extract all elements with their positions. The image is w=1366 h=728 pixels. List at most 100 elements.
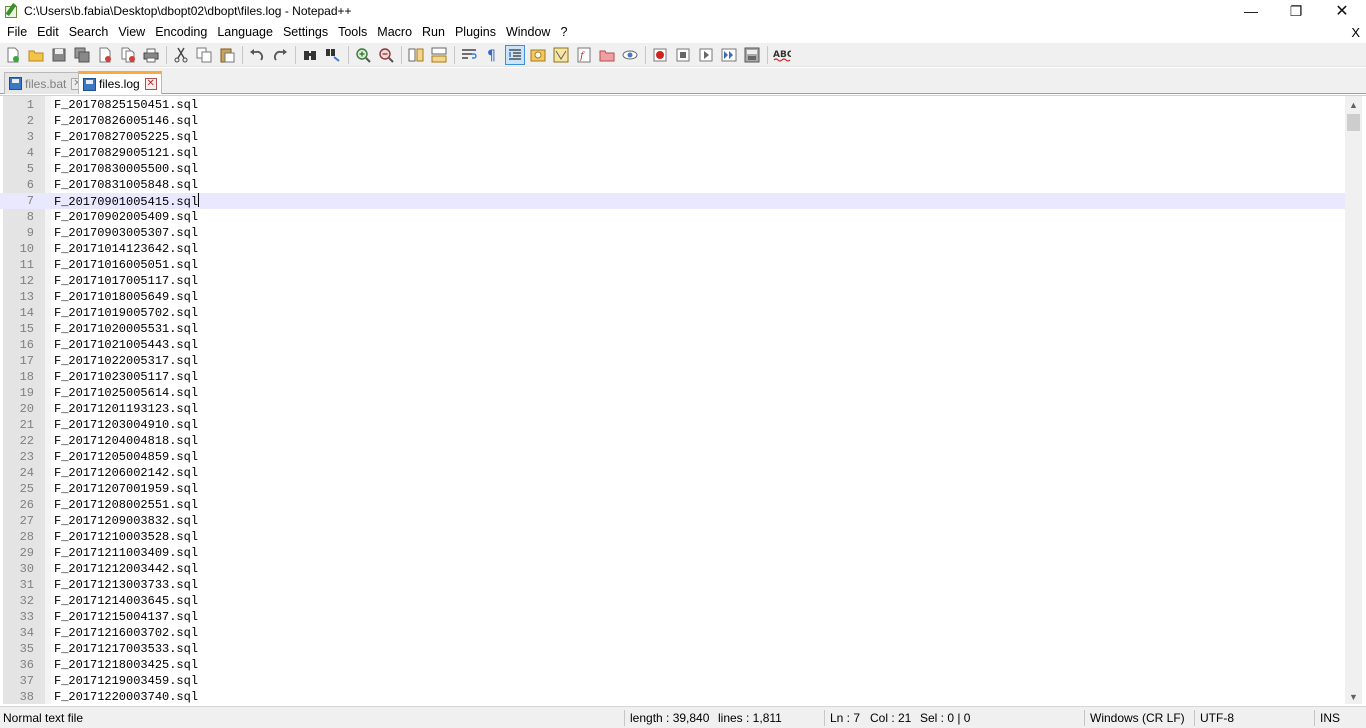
copy-icon[interactable] [194,45,214,65]
tab-files-bat[interactable]: files.bat ✕ [4,72,89,94]
scroll-thumb[interactable] [1347,114,1360,131]
print-icon[interactable] [141,45,161,65]
menu-settings[interactable]: Settings [278,23,333,42]
sync-horizontal-icon[interactable] [429,45,449,65]
editor-line[interactable]: 22 F_20171204004818.sql [0,433,1345,449]
editor-line[interactable]: 3 F_20170827005225.sql [0,129,1345,145]
editor-line[interactable]: 2 F_20170826005146.sql [0,113,1345,129]
save-icon[interactable] [49,45,69,65]
close-icon[interactable] [95,45,115,65]
editor-line[interactable]: 6 F_20170831005848.sql [0,177,1345,193]
status-encoding[interactable]: UTF-8 [1200,707,1234,728]
open-file-icon[interactable] [26,45,46,65]
editor-line[interactable]: 26 F_20171208002551.sql [0,497,1345,513]
menu-tools[interactable]: Tools [333,23,372,42]
editor-line[interactable]: 8 F_20170902005409.sql [0,209,1345,225]
cut-icon[interactable] [171,45,191,65]
record-macro-icon[interactable] [650,45,670,65]
menu-view[interactable]: View [113,23,150,42]
run-macro-multiple-icon[interactable] [719,45,739,65]
user-defined-language-icon[interactable] [528,45,548,65]
editor-line[interactable]: 38 F_20171220003740.sql [0,689,1345,704]
editor-line[interactable]: 24 F_20171206002142.sql [0,465,1345,481]
paste-icon[interactable] [217,45,237,65]
minimize-button[interactable]: — [1228,0,1274,22]
editor-line[interactable]: 21 F_20171203004910.sql [0,417,1345,433]
menu-plugins[interactable]: Plugins [450,23,501,42]
status-eol[interactable]: Windows (CR LF) [1090,707,1185,728]
editor-area[interactable]: 1 F_20170825150451.sql 2 F_20170826005146.s… [0,95,1366,704]
editor-line[interactable]: 13 F_20171018005649.sql [0,289,1345,305]
editor-line[interactable]: 1 F_20170825150451.sql [0,97,1345,113]
maximize-button[interactable]: ❐ [1273,0,1319,22]
editor-line[interactable]: 23 F_20171205004859.sql [0,449,1345,465]
new-file-icon[interactable] [3,45,23,65]
editor-line[interactable]: 16 F_20171021005443.sql [0,337,1345,353]
close-tab-icon[interactable]: ✕ [144,78,157,90]
editor-line[interactable]: 33 F_20171215004137.sql [0,609,1345,625]
menu-run[interactable]: Run [417,23,450,42]
editor-line[interactable]: 32 F_20171214003645.sql [0,593,1345,609]
editor-line[interactable]: 37 F_20171219003459.sql [0,673,1345,689]
editor-line[interactable]: 7 F_20170901005415.sql [0,193,1345,209]
status-insert-mode[interactable]: INS [1320,707,1340,728]
editor-line[interactable]: 14 F_20171019005702.sql [0,305,1345,321]
vertical-scrollbar[interactable]: ▲ ▼ [1345,96,1362,704]
line-text: F_20170826005146.sql [54,114,199,128]
menu-search[interactable]: Search [64,23,114,42]
folder-as-workspace-icon[interactable] [597,45,617,65]
editor-line[interactable]: 4 F_20170829005121.sql [0,145,1345,161]
sync-vertical-icon[interactable] [406,45,426,65]
editor-line[interactable]: 36 F_20171218003425.sql [0,657,1345,673]
editor-line[interactable]: 31 F_20171213003733.sql [0,577,1345,593]
text-area[interactable]: 1 F_20170825150451.sql 2 F_20170826005146.s… [0,97,1345,704]
editor-line[interactable]: 12 F_20171017005117.sql [0,273,1345,289]
redo-icon[interactable] [270,45,290,65]
zoom-in-icon[interactable] [353,45,373,65]
editor-line[interactable]: 25 F_20171207001959.sql [0,481,1345,497]
stop-recording-icon[interactable] [673,45,693,65]
save-macro-icon[interactable] [742,45,762,65]
save-all-icon[interactable] [72,45,92,65]
word-wrap-icon[interactable] [459,45,479,65]
close-document-button[interactable]: X [1351,23,1360,42]
menu-macro[interactable]: Macro [372,23,417,42]
editor-line[interactable]: 11 F_20171016005051.sql [0,257,1345,273]
function-list-icon[interactable]: f [574,45,594,65]
find-icon[interactable] [300,45,320,65]
editor-line[interactable]: 28 F_20171210003528.sql [0,529,1345,545]
scroll-up-icon[interactable]: ▲ [1345,96,1362,113]
undo-icon[interactable] [247,45,267,65]
show-all-chars-icon[interactable]: ¶ [482,45,502,65]
spell-check-icon[interactable]: ABC [772,45,792,65]
close-window-button[interactable]: ✕ [1319,0,1365,22]
editor-line[interactable]: 27 F_20171209003832.sql [0,513,1345,529]
editor-line[interactable]: 17 F_20171022005317.sql [0,353,1345,369]
editor-line[interactable]: 19 F_20171025005614.sql [0,385,1345,401]
menu-window[interactable]: Window [501,23,555,42]
menu-edit[interactable]: Edit [32,23,64,42]
editor-line[interactable]: 34 F_20171216003702.sql [0,625,1345,641]
editor-line[interactable]: 18 F_20171023005117.sql [0,369,1345,385]
doc-map-icon[interactable] [551,45,571,65]
playback-macro-icon[interactable] [696,45,716,65]
editor-line[interactable]: 15 F_20171020005531.sql [0,321,1345,337]
menu-language[interactable]: Language [212,23,278,42]
scroll-down-icon[interactable]: ▼ [1345,688,1362,704]
editor-line[interactable]: 30 F_20171212003442.sql [0,561,1345,577]
editor-line[interactable]: 9 F_20170903005307.sql [0,225,1345,241]
menu-file[interactable]: File [2,23,32,42]
tab-files-log[interactable]: files.log ✕ [78,71,162,94]
editor-line[interactable]: 5 F_20170830005500.sql [0,161,1345,177]
close-all-icon[interactable] [118,45,138,65]
indent-guide-icon[interactable] [505,44,525,65]
editor-line[interactable]: 20 F_20171201193123.sql [0,401,1345,417]
menu-encoding[interactable]: Encoding [150,23,212,42]
monitoring-icon[interactable] [620,45,640,65]
zoom-out-icon[interactable] [376,45,396,65]
editor-line[interactable]: 29 F_20171211003409.sql [0,545,1345,561]
editor-line[interactable]: 35 F_20171217003533.sql [0,641,1345,657]
replace-icon[interactable] [323,45,343,65]
editor-line[interactable]: 10 F_20171014123642.sql [0,241,1345,257]
menu-help[interactable]: ? [555,23,572,42]
